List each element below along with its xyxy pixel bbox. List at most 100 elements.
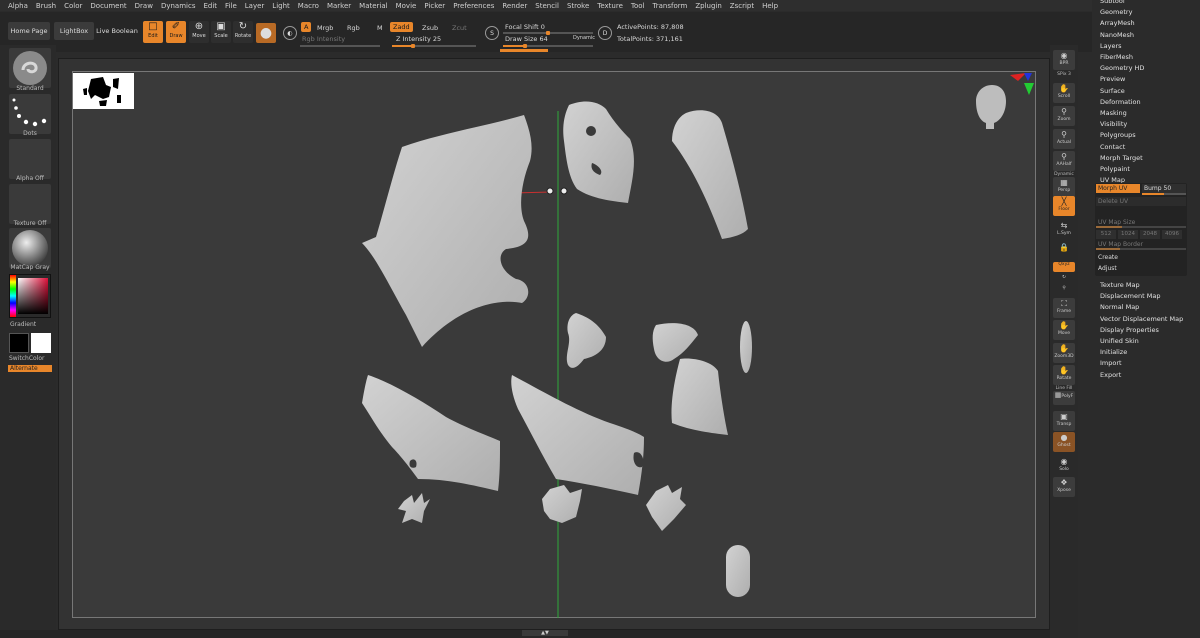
rotate-view-button[interactable]: ✋ Rotate — [1053, 365, 1075, 385]
zadd-toggle[interactable]: Zadd — [390, 22, 413, 32]
palette-item-displacement-map[interactable]: Displacement Map — [1100, 292, 1160, 300]
menu-color[interactable]: Color — [64, 2, 82, 10]
primary-color-swatch[interactable] — [9, 333, 29, 353]
palette-item-visibility[interactable]: Visibility — [1100, 120, 1127, 128]
a-toggle[interactable]: A — [301, 22, 312, 32]
brush-thumbnail[interactable] — [9, 48, 51, 88]
zsub-toggle[interactable]: Zsub — [422, 24, 438, 32]
texture-thumbnail[interactable] — [9, 184, 51, 224]
menu-draw[interactable]: Draw — [135, 2, 153, 10]
palette-item-polygroups[interactable]: Polygroups — [1100, 131, 1136, 139]
menu-picker[interactable]: Picker — [424, 2, 445, 10]
rgb-toggle[interactable]: Rgb — [347, 24, 360, 32]
spix-control[interactable]: SPix 3 — [1050, 72, 1078, 77]
menu-alpha[interactable]: Alpha — [8, 2, 28, 10]
lsym-button[interactable]: ⇆ L.Sym — [1053, 220, 1075, 240]
menu-layer[interactable]: Layer — [245, 2, 265, 10]
draw-size-knob[interactable] — [523, 43, 527, 48]
d-brush-icon[interactable]: D — [598, 26, 612, 40]
palette-item-deformation[interactable]: Deformation — [1100, 98, 1141, 106]
palette-item-contact[interactable]: Contact — [1100, 143, 1125, 151]
palette-item-initialize[interactable]: Initialize — [1100, 348, 1127, 356]
menu-zscript[interactable]: Zscript — [730, 2, 754, 10]
rgb-intensity-slider[interactable] — [300, 45, 380, 47]
menu-movie[interactable]: Movie — [396, 2, 417, 10]
alternate-button[interactable]: Alternate — [8, 365, 52, 372]
focal-shift-knob[interactable] — [546, 30, 550, 35]
menu-document[interactable]: Document — [90, 2, 126, 10]
frame-button[interactable]: ⛶ Frame — [1053, 298, 1075, 318]
adjust-button[interactable]: Adjust — [1096, 264, 1119, 273]
palette-item-fibermesh[interactable]: FiberMesh — [1100, 53, 1133, 61]
z-intensity-knob[interactable] — [411, 43, 415, 48]
create-button[interactable]: Create — [1096, 253, 1120, 262]
move-view-button[interactable]: ✋ Move — [1053, 320, 1075, 340]
home-page-button[interactable]: Home Page — [8, 22, 50, 40]
rotate-axis-toggle[interactable]: ↻ — [1053, 275, 1075, 285]
lock-toggle[interactable]: 🔒 — [1053, 242, 1075, 262]
menu-tool[interactable]: Tool — [631, 2, 645, 10]
qxyz-button[interactable]: Qxyz — [1053, 262, 1075, 272]
menu-preferences[interactable]: Preferences — [453, 2, 494, 10]
actual-button[interactable]: ⚲ Actual — [1053, 129, 1075, 149]
hue-strip[interactable] — [10, 275, 16, 317]
z-intensity-slider[interactable] — [392, 43, 476, 48]
color-picker[interactable] — [9, 274, 51, 318]
lightbox-button[interactable]: LightBox — [54, 22, 94, 40]
xpose-button[interactable]: ❖ Xpose — [1053, 477, 1075, 497]
menu-marker[interactable]: Marker — [327, 2, 351, 10]
draw-button[interactable]: ✐ Draw — [166, 21, 186, 43]
menu-stroke[interactable]: Stroke — [567, 2, 589, 10]
zoom3d-button[interactable]: ✋ Zoom3D — [1053, 343, 1075, 363]
uv-size-4096[interactable]: 4096 — [1162, 230, 1182, 239]
alpha-thumbnail[interactable] — [9, 139, 51, 179]
palette-item-preview[interactable]: Preview — [1100, 75, 1125, 83]
m-toggle[interactable]: M — [377, 24, 383, 32]
menu-zplugin[interactable]: Zplugin — [695, 2, 721, 10]
palette-item-normal-map[interactable]: Normal Map — [1100, 303, 1139, 311]
palette-item-export[interactable]: Export — [1100, 371, 1121, 379]
dynamic-toggle[interactable]: Dynamic — [573, 35, 595, 41]
zcut-toggle[interactable]: Zcut — [452, 24, 467, 32]
uv-size-512[interactable]: 512 — [1096, 230, 1116, 239]
rotate-button[interactable]: ↻ Rotate — [233, 21, 253, 43]
orientation-head-icon[interactable] — [976, 85, 1006, 129]
delete-uv-button[interactable]: Delete UV — [1096, 197, 1186, 206]
menu-macro[interactable]: Macro — [298, 2, 319, 10]
menu-brush[interactable]: Brush — [36, 2, 56, 10]
bump-slider[interactable]: Bump 50 — [1142, 184, 1186, 193]
palette-item-texture-map[interactable]: Texture Map — [1100, 281, 1140, 289]
uv-size-2048[interactable]: 2048 — [1140, 230, 1160, 239]
palette-item-surface[interactable]: Surface — [1100, 87, 1125, 95]
morph-uv-button[interactable]: Morph UV — [1096, 184, 1140, 193]
menu-edit[interactable]: Edit — [203, 2, 217, 10]
palette-item-masking[interactable]: Masking — [1100, 109, 1127, 117]
switch-color-button[interactable]: SwitchColor — [9, 355, 51, 362]
saturation-square[interactable] — [18, 278, 48, 314]
solo-button[interactable]: ◉ Solo — [1053, 456, 1075, 476]
zoom-button[interactable]: ⚲ Zoom — [1053, 106, 1075, 126]
menu-stencil[interactable]: Stencil — [535, 2, 559, 10]
draw-size-slider[interactable] — [503, 43, 593, 48]
stroke-thumbnail[interactable] — [9, 94, 51, 134]
menu-light[interactable]: Light — [272, 2, 289, 10]
scale-button[interactable]: ▣ Scale — [211, 21, 231, 43]
palette-item-arraymesh[interactable]: ArrayMesh — [1100, 19, 1135, 27]
menu-texture[interactable]: Texture — [597, 2, 623, 10]
focal-shift-slider[interactable] — [503, 30, 593, 35]
color-mode-icon[interactable]: ◐ — [283, 26, 297, 40]
palette-item-geometry[interactable]: Geometry — [1100, 8, 1132, 16]
palette-item-polypaint[interactable]: Polypaint — [1100, 165, 1130, 173]
menu-file[interactable]: File — [225, 2, 237, 10]
menu-help[interactable]: Help — [762, 2, 778, 10]
palette-item-nanomesh[interactable]: NanoMesh — [1100, 31, 1134, 39]
aahalf-button[interactable]: ⚲ AAHalf — [1053, 151, 1075, 171]
ghost-button[interactable]: ● Ghost — [1053, 432, 1075, 452]
palette-item-import[interactable]: Import — [1100, 359, 1122, 367]
bpr-button[interactable]: ◉ BPR — [1053, 50, 1075, 70]
bottom-collapse-handle[interactable]: ▲▼ — [522, 630, 568, 636]
transp-button[interactable]: ▣ Transp — [1053, 411, 1075, 431]
material-sphere-button[interactable]: ● — [256, 23, 276, 43]
palette-item-unified-skin[interactable]: Unified Skin — [1100, 337, 1139, 345]
menu-dynamics[interactable]: Dynamics — [161, 2, 196, 10]
